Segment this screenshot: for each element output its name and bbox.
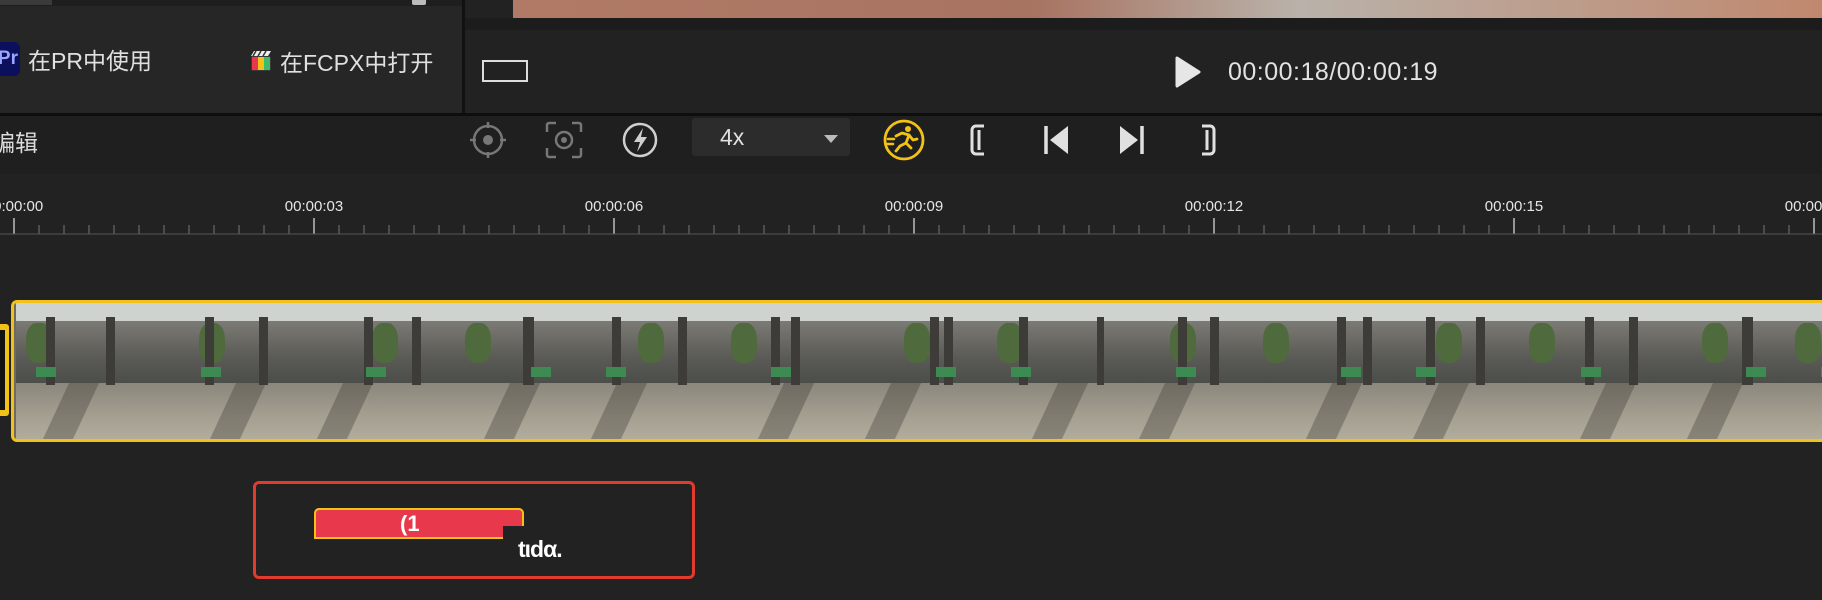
thumbnail-detail (366, 367, 386, 377)
thumbnail-detail (1476, 317, 1485, 385)
thumbnail-detail (1529, 323, 1555, 363)
thumbnail-detail (531, 367, 551, 377)
audio-clip-label: (1 (400, 510, 420, 536)
audio-clip[interactable]: (1 (314, 508, 524, 539)
trim-handle-grip (0, 330, 5, 410)
thumbnail-detail (936, 367, 956, 377)
thumbnail-detail (771, 367, 791, 377)
edit-section-title: 编辑 (0, 130, 38, 156)
aspect-ratio-icon[interactable] (482, 60, 528, 82)
thumbnail-detail (968, 321, 1104, 383)
thumbnail-detail (1210, 317, 1219, 385)
open-in-fcpx-label: 在FCPX中打开 (280, 50, 434, 76)
thumbnail-detail (1795, 323, 1821, 363)
video-thumbnail (152, 303, 288, 439)
next-frame-icon (1120, 126, 1144, 154)
playback-timecode: 00:00:18/00:00:19 (1228, 58, 1439, 86)
thumbnail-detail (1629, 317, 1638, 385)
thumbnail-detail (465, 323, 491, 363)
thumbnail-detail (638, 323, 664, 363)
mark-in-button[interactable] (956, 118, 1004, 162)
use-in-pr-button[interactable]: Pr 在PR中使用 (0, 42, 152, 76)
run-mode-button[interactable] (880, 118, 928, 162)
thumbnail-detail (678, 317, 687, 385)
auto-track-icon (545, 121, 583, 159)
thumbnail-detail (696, 321, 832, 383)
speed-value: 4x (720, 123, 745, 150)
flash-button[interactable] (616, 118, 664, 162)
thumbnail-detail (791, 317, 800, 385)
thumbnail-detail (1702, 323, 1728, 363)
final-cut-pro-icon (251, 50, 271, 71)
thumbnail-detail (259, 317, 268, 385)
thumbnail-detail (731, 323, 757, 363)
thumbnail-detail (288, 321, 424, 383)
video-thumbnail (696, 303, 832, 439)
video-thumbnail (1240, 303, 1376, 439)
video-thumbnail (560, 303, 696, 439)
thumbnail-detail (904, 323, 930, 363)
locate-button[interactable] (464, 118, 512, 162)
thumbnail-detail (372, 323, 398, 363)
thumbnail-detail (201, 367, 221, 377)
speed-select[interactable]: 4x (692, 118, 850, 156)
video-thumbnail (1376, 303, 1512, 439)
thumbnail-detail (606, 367, 626, 377)
ruler-label: 00:00:00 (0, 198, 44, 215)
video-thumbnail (832, 303, 968, 439)
prev-frame-icon (1044, 126, 1068, 154)
thumbnail-detail (1416, 367, 1436, 377)
video-thumbnail (1784, 303, 1822, 439)
premiere-pro-icon: Pr (0, 42, 20, 76)
video-thumbnail (16, 303, 152, 439)
video-clip-track[interactable] (11, 300, 1822, 442)
thumbnail-detail (1784, 383, 1822, 439)
ruler-label: 00:00:18 (1784, 198, 1822, 215)
ruler-label: 00:00:15 (1484, 198, 1544, 215)
video-thumbnail (1104, 303, 1240, 439)
chevron-down-icon (824, 135, 838, 143)
video-thumbnail (1512, 303, 1648, 439)
video-thumbnail (1648, 303, 1784, 439)
scroll-indicator[interactable] (412, 0, 426, 5)
thumbnail-detail (36, 367, 56, 377)
ruler-label: 00:00:12 (1184, 198, 1244, 215)
preview-video-frame (513, 0, 1822, 18)
video-thumbnail (424, 303, 560, 439)
panel-top-strip (0, 0, 462, 6)
ruler-label: 00:00:09 (884, 198, 944, 215)
tab-stub[interactable] (0, 0, 52, 5)
video-thumbnail (288, 303, 424, 439)
clip-caption-text: tιdα. (518, 536, 563, 562)
preview-frame-edge (465, 18, 1822, 30)
thumbnail-detail (1363, 317, 1372, 385)
flash-icon (622, 122, 658, 158)
video-thumbnail (968, 303, 1104, 439)
thumbnail-detail (1746, 367, 1766, 377)
thumbnail-detail (106, 317, 115, 385)
thumbnail-detail (1263, 323, 1289, 363)
thumbnail-detail (1176, 367, 1196, 377)
mark-in-icon (970, 124, 984, 156)
thumbnail-detail (1341, 367, 1361, 377)
previous-frame-button[interactable] (1032, 118, 1080, 162)
next-frame-button[interactable] (1108, 118, 1156, 162)
mark-out-button[interactable] (1184, 118, 1232, 162)
auto-track-button[interactable] (540, 118, 588, 162)
run-mode-icon (883, 119, 925, 161)
ruler-label: 00:00:03 (284, 198, 344, 215)
mark-out-icon (1202, 124, 1216, 156)
thumbnail-detail (560, 321, 696, 383)
thumbnail-detail (1097, 317, 1104, 385)
thumbnail-detail (1011, 367, 1031, 377)
thumbnail-detail (1436, 323, 1462, 363)
thumbnail-detail (1581, 367, 1601, 377)
use-in-pr-label: 在PR中使用 (28, 48, 152, 74)
ruler-label: 00:00:06 (584, 198, 644, 215)
open-in-fcpx-button[interactable]: 在FCPX中打开 (250, 44, 433, 78)
locate-icon (470, 122, 506, 158)
play-icon[interactable] (1173, 56, 1201, 88)
thumbnail-detail (412, 317, 421, 385)
